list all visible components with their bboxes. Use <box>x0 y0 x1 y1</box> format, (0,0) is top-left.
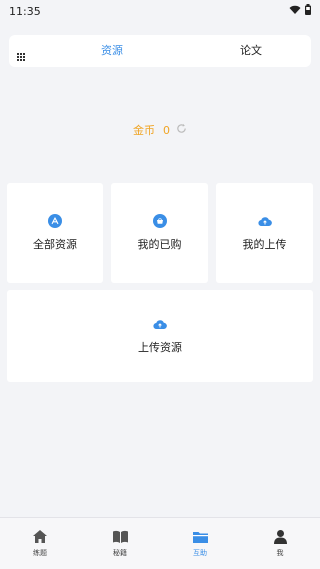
coin-balance: 金币 0 <box>0 122 320 138</box>
nav-item-me[interactable]: 我 <box>240 518 320 569</box>
basket-icon <box>152 214 167 228</box>
all-resources-card[interactable]: 全部资源 <box>7 183 103 283</box>
my-purchases-label: 我的已购 <box>137 238 182 251</box>
nav-item-practice[interactable]: 练题 <box>0 518 80 569</box>
nav-item-guide[interactable]: 秘籍 <box>80 518 160 569</box>
tab-resources[interactable]: 资源 <box>101 35 123 67</box>
my-uploads-label: 我的上传 <box>242 238 287 251</box>
coin-value: 0 <box>163 123 170 137</box>
my-purchases-card[interactable]: 我的已购 <box>111 183 208 283</box>
nav-label-me: 我 <box>276 549 284 557</box>
my-uploads-card[interactable]: 我的上传 <box>216 183 313 283</box>
wifi-icon <box>289 5 301 18</box>
grid-menu-icon[interactable] <box>17 46 25 61</box>
nav-label-help: 互助 <box>193 548 207 557</box>
battery-icon <box>305 4 311 18</box>
tab-bar: 资源 论文 <box>9 35 311 67</box>
book-icon <box>112 530 129 544</box>
folder-icon <box>192 530 209 544</box>
user-icon <box>273 529 288 544</box>
upload-resources-card[interactable]: 上传资源 <box>7 290 313 382</box>
status-time: 11:35 <box>9 4 41 18</box>
cloud-upload-icon <box>257 214 272 228</box>
app-store-icon <box>48 214 62 228</box>
all-resources-label: 全部资源 <box>33 238 77 251</box>
coin-label: 金币 <box>133 124 155 137</box>
refresh-icon[interactable] <box>176 123 187 137</box>
upload-resources-label: 上传资源 <box>138 341 182 354</box>
home-icon <box>32 529 48 544</box>
nav-label-practice: 练题 <box>33 549 47 557</box>
cloud-upload-icon <box>153 317 167 331</box>
nav-label-guide: 秘籍 <box>113 548 127 557</box>
nav-item-help[interactable]: 互助 <box>160 518 240 569</box>
status-bar: 11:35 <box>0 0 320 22</box>
bottom-nav: 练题 秘籍 互助 我 <box>0 517 320 569</box>
tab-papers[interactable]: 论文 <box>240 35 262 67</box>
